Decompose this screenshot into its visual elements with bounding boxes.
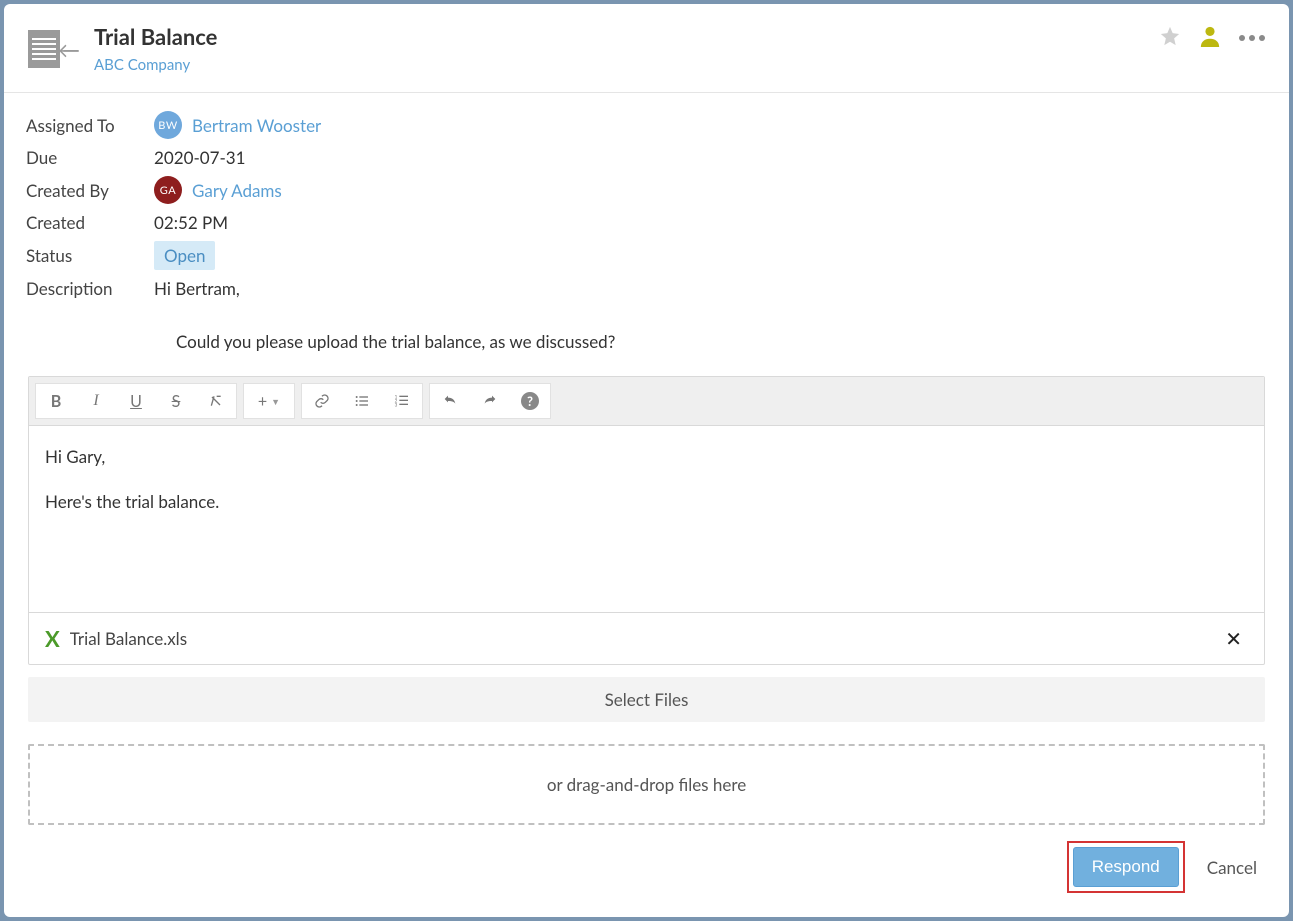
remove-attachment-button[interactable]: ✕ (1219, 627, 1248, 651)
company-link[interactable]: ABC Company (94, 56, 190, 74)
attachment-row: X Trial Balance.xls ✕ (29, 612, 1264, 664)
editor-line1: Hi Gary, (45, 446, 1248, 467)
user-icon[interactable] (1199, 24, 1221, 52)
assignee-link[interactable]: Bertram Wooster (192, 115, 321, 136)
due-label: Due (26, 147, 154, 168)
header-left: ← Trial Balance ABC Company (28, 24, 217, 74)
created-value: 02:52 PM (154, 212, 228, 233)
drop-zone[interactable]: or drag-and-drop files here (28, 744, 1265, 825)
editor-line2: Here's the trial balance. (45, 491, 1248, 512)
cancel-button[interactable]: Cancel (1207, 857, 1257, 878)
editor-textarea[interactable]: Hi Gary, Here's the trial balance. (29, 426, 1264, 612)
clear-format-button[interactable] (196, 384, 236, 418)
status-label: Status (26, 245, 154, 266)
respond-button[interactable]: Respond (1073, 847, 1179, 887)
creator-link[interactable]: Gary Adams (192, 180, 282, 201)
status-badge: Open (154, 241, 215, 270)
help-button[interactable]: ? (510, 384, 550, 418)
editor-toolbar: B I U S +▼ 123 (29, 377, 1264, 426)
editor: B I U S +▼ 123 (28, 376, 1265, 665)
star-icon[interactable] (1159, 25, 1181, 51)
description-line2: Could you please upload the trial balanc… (26, 331, 1267, 352)
header: ← Trial Balance ABC Company (4, 4, 1289, 93)
assigned-to-label: Assigned To (26, 115, 154, 136)
undo-button[interactable] (430, 384, 470, 418)
bold-button[interactable]: B (36, 384, 76, 418)
created-label: Created (26, 212, 154, 233)
assignee-avatar: BW (154, 111, 182, 139)
page-title: Trial Balance (94, 24, 217, 50)
xls-file-icon: X (45, 625, 60, 652)
due-value: 2020-07-31 (154, 147, 246, 168)
unordered-list-button[interactable] (342, 384, 382, 418)
document-back-icon[interactable]: ← (28, 30, 80, 68)
redo-button[interactable] (470, 384, 510, 418)
description-label: Description (26, 278, 154, 299)
select-files-button[interactable]: Select Files (28, 677, 1265, 722)
ordered-list-button[interactable]: 123 (382, 384, 422, 418)
created-by-label: Created By (26, 180, 154, 201)
link-button[interactable] (302, 384, 342, 418)
more-menu-icon[interactable] (1239, 35, 1265, 41)
underline-button[interactable]: U (116, 384, 156, 418)
details-section: Assigned To BW Bertram Wooster Due 2020-… (4, 93, 1289, 376)
strike-button[interactable]: S (156, 384, 196, 418)
italic-button[interactable]: I (76, 384, 116, 418)
attachment-name: Trial Balance.xls (70, 628, 187, 649)
creator-avatar: GA (154, 176, 182, 204)
description-line1: Hi Bertram, (154, 278, 240, 299)
insert-menu[interactable]: +▼ (244, 384, 294, 418)
svg-text:3: 3 (395, 402, 398, 408)
task-detail-window: ← Trial Balance ABC Company Assigned To … (4, 4, 1289, 917)
footer-actions: Respond Cancel (4, 825, 1289, 909)
